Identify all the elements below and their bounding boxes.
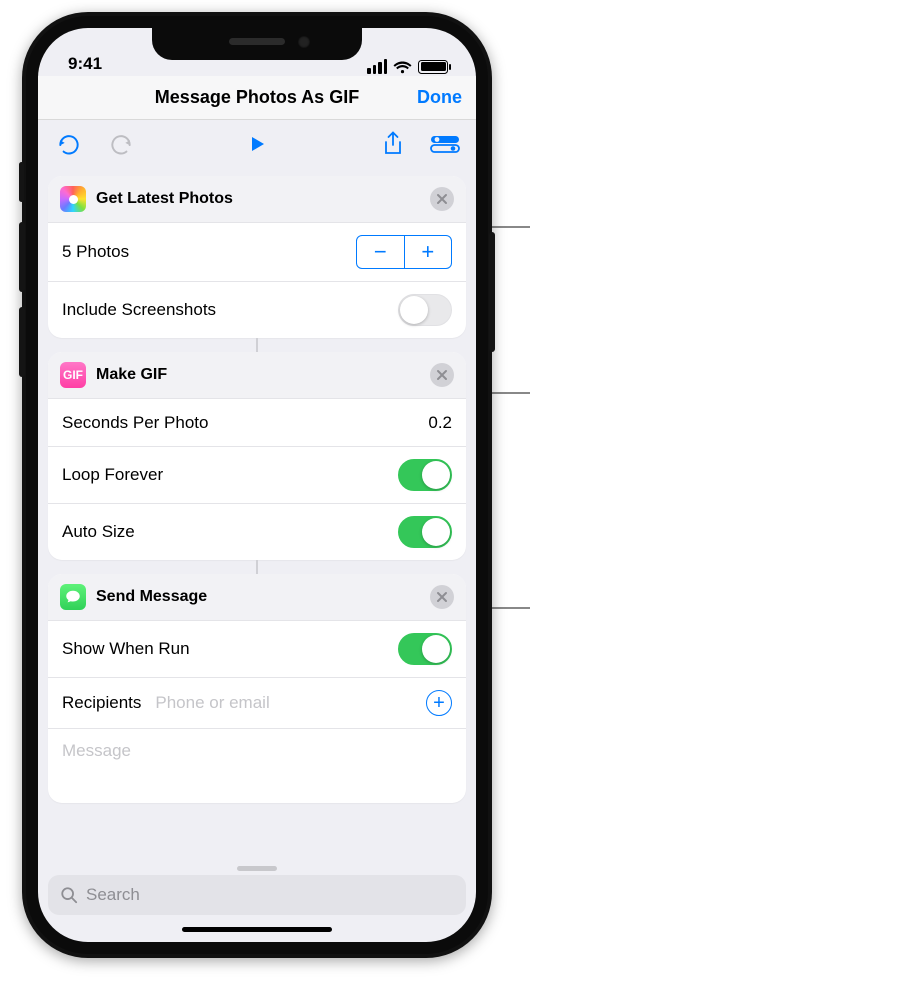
connector	[256, 560, 258, 574]
include-screenshots-label: Include Screenshots	[62, 300, 216, 320]
toolbar	[38, 120, 476, 168]
status-time: 9:41	[68, 54, 102, 74]
done-button[interactable]: Done	[417, 87, 462, 108]
bottom-sheet: Search	[38, 860, 476, 942]
nav-bar: Message Photos As GIF Done	[38, 76, 476, 120]
photo-count-label: 5 Photos	[62, 242, 129, 262]
settings-button[interactable]	[428, 127, 462, 161]
play-button[interactable]	[240, 127, 274, 161]
iphone-frame: 9:41 Message Photos As GIF Done	[22, 12, 492, 958]
show-when-run-label: Show When Run	[62, 639, 190, 659]
message-input[interactable]: Message	[62, 741, 131, 760]
recipients-label: Recipients	[62, 693, 141, 713]
action-list[interactable]: Get Latest Photos 5 Photos − +	[38, 168, 476, 860]
remove-action-button[interactable]	[430, 187, 454, 211]
auto-size-toggle[interactable]	[398, 516, 452, 548]
hw-volume-down	[19, 307, 25, 377]
hw-volume-up	[19, 222, 25, 292]
seconds-per-photo-value[interactable]: 0.2	[428, 413, 452, 433]
include-screenshots-toggle[interactable]	[398, 294, 452, 326]
add-recipient-button[interactable]: +	[426, 690, 452, 716]
sheet-grabber[interactable]	[237, 866, 277, 871]
home-indicator[interactable]	[182, 927, 332, 932]
page-title: Message Photos As GIF	[155, 87, 359, 108]
wifi-icon	[393, 60, 412, 74]
undo-button[interactable]	[52, 127, 86, 161]
photos-icon	[60, 186, 86, 212]
remove-action-button[interactable]	[430, 585, 454, 609]
action-title: Send Message	[96, 588, 207, 606]
show-when-run-toggle[interactable]	[398, 633, 452, 665]
hw-power-button	[489, 232, 495, 352]
search-field[interactable]: Search	[48, 875, 466, 915]
battery-icon	[418, 60, 448, 74]
action-send-message: Send Message Show When Run Recipients	[48, 574, 466, 803]
cellular-icon	[367, 59, 387, 74]
auto-size-label: Auto Size	[62, 522, 135, 542]
notch	[152, 28, 362, 60]
loop-forever-toggle[interactable]	[398, 459, 452, 491]
gif-icon: GIF	[60, 362, 86, 388]
messages-icon	[60, 584, 86, 610]
action-make-gif: GIF Make GIF Seconds Per Photo 0.2 Loop …	[48, 352, 466, 560]
seconds-per-photo-label: Seconds Per Photo	[62, 413, 208, 433]
search-icon	[60, 886, 78, 904]
connector	[256, 338, 258, 352]
recipients-input[interactable]: Phone or email	[155, 693, 269, 713]
search-placeholder: Search	[86, 885, 140, 905]
stepper-plus[interactable]: +	[405, 236, 452, 268]
action-get-latest-photos: Get Latest Photos 5 Photos − +	[48, 176, 466, 338]
action-title: Get Latest Photos	[96, 190, 233, 208]
remove-action-button[interactable]	[430, 363, 454, 387]
photo-count-stepper[interactable]: − +	[356, 235, 452, 269]
loop-forever-label: Loop Forever	[62, 465, 163, 485]
hw-mute-switch	[19, 162, 24, 202]
redo-button[interactable]	[104, 127, 138, 161]
action-title: Make GIF	[96, 366, 167, 384]
share-button[interactable]	[376, 127, 410, 161]
stepper-minus[interactable]: −	[357, 236, 405, 268]
